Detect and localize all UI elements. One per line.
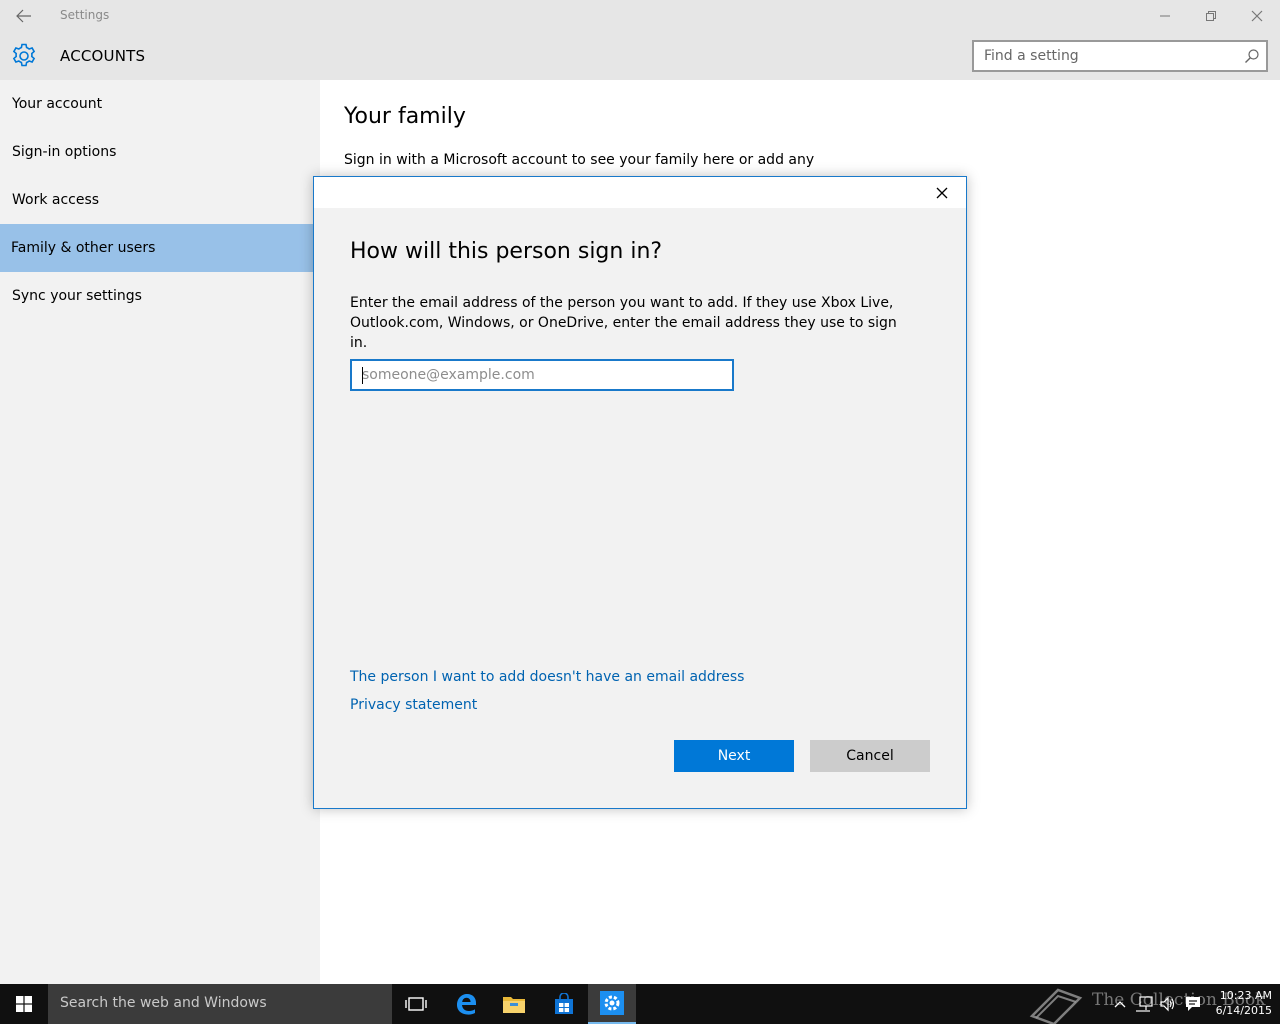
windows-logo-icon (16, 996, 32, 1012)
restore-icon (1206, 11, 1216, 21)
next-button[interactable]: Next (674, 740, 794, 772)
network-icon (1136, 996, 1153, 1012)
task-view-button[interactable] (392, 984, 440, 1024)
sidebar-item-family-other-users[interactable]: Family & other users (0, 224, 320, 272)
email-field[interactable] (350, 359, 734, 391)
file-explorer-button[interactable] (490, 984, 538, 1024)
edge-button[interactable] (442, 984, 490, 1024)
system-clock[interactable]: 10:23 AM 6/14/2015 (1208, 988, 1272, 1018)
folder-icon (503, 997, 525, 1013)
action-center-button[interactable] (1183, 994, 1203, 1014)
sidebar: Your account Sign-in options Work access… (0, 80, 320, 984)
taskbar: Search the web and Windows The Collectio… (0, 984, 1280, 1024)
page-title: Your family (344, 104, 466, 129)
settings-gear-icon (600, 991, 624, 1015)
store-button[interactable] (540, 984, 588, 1024)
clock-time: 10:23 AM (1219, 989, 1272, 1002)
find-setting-search[interactable] (972, 40, 1268, 72)
back-arrow-icon (16, 9, 31, 23)
settings-app-button[interactable] (588, 984, 636, 1024)
family-description: Sign in with a Microsoft account to see … (344, 152, 815, 168)
find-setting-input[interactable] (974, 42, 1234, 70)
taskbar-search-box[interactable]: Search the web and Windows (48, 984, 392, 1024)
instructions-line-2: Outlook.com, Windows, or OneDrive, enter… (350, 315, 897, 351)
no-email-link[interactable]: The person I want to add doesn't have an… (350, 669, 744, 685)
taskbar-search-placeholder: Search the web and Windows (60, 995, 267, 1011)
dialog-close-button[interactable] (932, 183, 952, 203)
speaker-icon (1160, 996, 1175, 1012)
notification-icon (1186, 997, 1200, 1011)
start-button[interactable] (0, 984, 48, 1024)
clock-date: 6/14/2015 (1215, 1004, 1272, 1017)
email-input[interactable] (352, 361, 732, 389)
chevron-up-icon (1114, 1001, 1126, 1008)
text-caret (362, 367, 363, 384)
privacy-statement-link[interactable]: Privacy statement (350, 697, 477, 713)
volume-tray-button[interactable] (1158, 994, 1178, 1014)
store-icon (555, 993, 573, 1014)
close-window-button[interactable] (1234, 0, 1280, 32)
minimize-icon (1160, 15, 1170, 17)
show-hidden-icons-button[interactable] (1110, 994, 1130, 1014)
gear-icon (12, 43, 36, 67)
edge-icon (457, 994, 476, 1015)
sidebar-item-label: Sync your settings (12, 288, 142, 304)
title-bar: Settings (0, 0, 1280, 32)
dialog-heading: How will this person sign in? (350, 239, 663, 264)
dialog-instructions: Enter the email address of the person yo… (350, 293, 910, 353)
search-icon[interactable] (1244, 48, 1260, 64)
add-person-dialog: How will this person sign in? Enter the … (313, 176, 967, 809)
cancel-button[interactable]: Cancel (810, 740, 930, 772)
close-icon (1251, 10, 1263, 22)
sidebar-item-label: Work access (12, 192, 100, 208)
instructions-line-1: Enter the email address of the person yo… (350, 295, 894, 311)
sidebar-item-label: Sign-in options (12, 144, 117, 160)
sidebar-item-label: Family & other users (11, 240, 156, 256)
restore-button[interactable] (1188, 0, 1234, 32)
sidebar-item-work-access[interactable]: Work access (0, 176, 320, 224)
sidebar-item-sign-in-options[interactable]: Sign-in options (0, 128, 320, 176)
task-view-icon (405, 997, 427, 1011)
window-title: Settings (60, 8, 110, 22)
network-tray-button[interactable] (1134, 994, 1154, 1014)
sidebar-item-your-account[interactable]: Your account (0, 80, 320, 128)
settings-header: ACCOUNTS (0, 32, 1280, 80)
sidebar-item-label: Your account (12, 96, 103, 112)
sidebar-item-sync-settings[interactable]: Sync your settings (0, 272, 320, 320)
back-button[interactable] (8, 4, 40, 28)
close-icon (936, 187, 948, 199)
dialog-title-bar (314, 177, 966, 208)
minimize-button[interactable] (1142, 0, 1188, 32)
section-title: ACCOUNTS (60, 47, 146, 65)
